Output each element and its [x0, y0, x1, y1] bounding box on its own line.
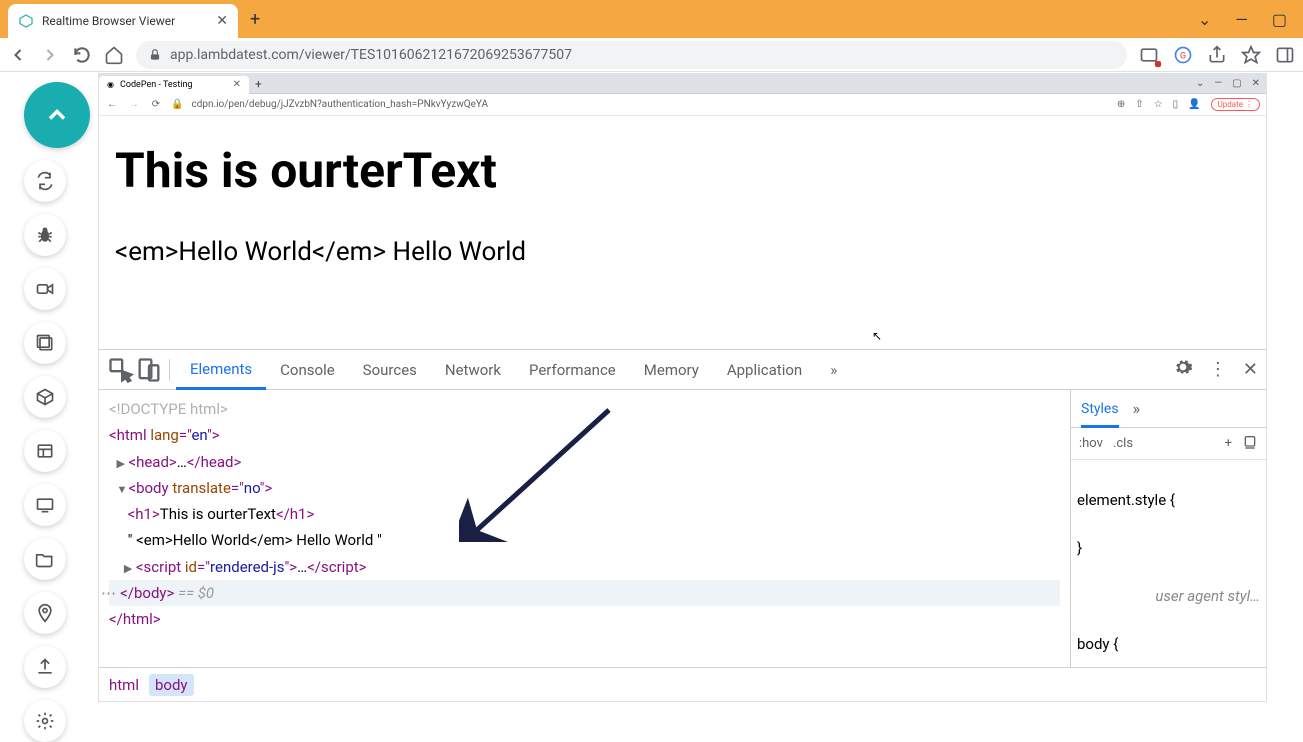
- styles-tab[interactable]: Styles: [1081, 401, 1119, 428]
- tab-network[interactable]: Network: [431, 350, 515, 390]
- close-icon[interactable]: ✕: [1243, 359, 1258, 380]
- record-button[interactable]: [24, 268, 66, 310]
- outer-tab-title: Realtime Browser Viewer: [42, 14, 208, 28]
- tab-sources[interactable]: Sources: [349, 350, 431, 390]
- switch-button[interactable]: [24, 160, 66, 202]
- lock-icon: 🔒: [171, 99, 183, 110]
- tab-elements[interactable]: Elements: [176, 350, 266, 390]
- reload-button[interactable]: [72, 45, 92, 65]
- settings-button[interactable]: [24, 700, 66, 742]
- new-style-rule-icon[interactable]: +: [1225, 436, 1232, 451]
- home-button[interactable]: [104, 45, 124, 65]
- inner-address-bar: ← → ⟳ 🔒 cdpn.io/pen/debug/jJZvzbN?authen…: [99, 94, 1266, 116]
- outer-browser-tab[interactable]: Realtime Browser Viewer ✕: [8, 4, 238, 38]
- inner-forward-button[interactable]: →: [127, 99, 141, 110]
- breadcrumb-html[interactable]: html: [109, 676, 139, 694]
- more-styles-tabs-icon[interactable]: »: [1133, 399, 1141, 418]
- svg-text:G: G: [1180, 51, 1186, 61]
- close-icon[interactable]: ✕: [1252, 78, 1260, 89]
- tab-performance[interactable]: Performance: [515, 350, 630, 390]
- devtools-breadcrumb: html body: [99, 667, 1266, 701]
- tab-memory[interactable]: Memory: [630, 350, 713, 390]
- side-panel-icon[interactable]: [1275, 45, 1295, 65]
- inner-tab[interactable]: ◉ CodePen - Testing ✕: [99, 76, 249, 94]
- collapse-up-button[interactable]: [24, 82, 90, 148]
- tab-application[interactable]: Application: [713, 350, 816, 390]
- minimize-icon[interactable]: —: [1214, 78, 1222, 89]
- gallery-button[interactable]: [24, 322, 66, 364]
- inner-tab-title: CodePen - Testing: [120, 80, 193, 90]
- inner-new-tab-button[interactable]: +: [255, 77, 262, 91]
- cls-toggle[interactable]: .cls: [1113, 436, 1133, 451]
- profile-icon[interactable]: 👤: [1188, 99, 1200, 110]
- close-icon[interactable]: ✕: [233, 79, 241, 90]
- page-heading: This is ourterText: [115, 142, 1250, 199]
- styles-filter-bar: :hov .cls +: [1071, 428, 1266, 460]
- project-button[interactable]: [24, 430, 66, 472]
- lambdatest-favicon-icon: [18, 13, 34, 29]
- devtools-styles-panel: Styles » :hov .cls + element.style { } u…: [1070, 390, 1266, 667]
- share-icon[interactable]: ⇧: [1135, 99, 1143, 110]
- location-button[interactable]: [24, 592, 66, 634]
- device-toggle-icon[interactable]: [135, 356, 163, 384]
- maximize-icon[interactable]: ▢: [1272, 10, 1287, 29]
- side-panel-icon[interactable]: ▯: [1173, 99, 1179, 110]
- page-content: This is ourterText <em>Hello World</em> …: [99, 116, 1266, 293]
- gear-icon[interactable]: [1173, 357, 1193, 382]
- devtools-dom-tree[interactable]: <!DOCTYPE html> <html lang="en"> ▶<head>…: [99, 390, 1070, 667]
- kebab-icon[interactable]: ⋮: [1209, 359, 1227, 380]
- devtools-tabbar: Elements Console Sources Network Perform…: [99, 350, 1266, 390]
- maximize-icon[interactable]: ▢: [1232, 78, 1241, 89]
- breadcrumb-body[interactable]: body: [149, 674, 194, 696]
- new-tab-button[interactable]: +: [250, 9, 260, 30]
- tab-more[interactable]: »: [816, 350, 851, 390]
- outer-url-input[interactable]: app.lambdatest.com/viewer/TES10160621216…: [136, 41, 1127, 69]
- inner-window-controls: ⌄ — ▢ ✕: [1196, 78, 1266, 89]
- chevron-down-icon[interactable]: ⌄: [1198, 10, 1211, 29]
- bug-button[interactable]: [24, 214, 66, 256]
- hov-toggle[interactable]: :hov: [1079, 436, 1103, 451]
- lock-icon: [148, 48, 162, 62]
- codepen-favicon-icon: ◉: [107, 80, 114, 89]
- computed-pin-icon[interactable]: [1242, 434, 1258, 454]
- cube-button[interactable]: [24, 376, 66, 418]
- inner-reload-button[interactable]: ⟳: [149, 99, 163, 110]
- translate-icon[interactable]: [1139, 45, 1159, 65]
- upload-button[interactable]: [24, 646, 66, 688]
- chevron-down-icon[interactable]: ⌄: [1196, 78, 1204, 89]
- inner-browser-window: ◉ CodePen - Testing ✕ + ⌄ — ▢ ✕ ← → ⟳ 🔒 …: [98, 73, 1267, 702]
- inner-url-text[interactable]: cdpn.io/pen/debug/jJZvzbN?authentication…: [191, 99, 1108, 110]
- outer-address-bar: app.lambdatest.com/viewer/TES10160621216…: [0, 38, 1303, 72]
- zoom-icon[interactable]: ⊕: [1117, 99, 1125, 110]
- inner-back-button[interactable]: ←: [105, 99, 119, 110]
- page-text-line: <em>Hello World</em> Hello World: [115, 237, 1250, 267]
- minimize-icon[interactable]: —: [1235, 10, 1248, 29]
- cursor-icon: ↖: [872, 329, 882, 343]
- resolution-button[interactable]: [24, 484, 66, 526]
- close-icon[interactable]: ✕: [216, 13, 228, 29]
- window-controls: ⌄ — ▢: [1198, 10, 1295, 29]
- star-icon[interactable]: [1241, 45, 1261, 65]
- outer-url-text: app.lambdatest.com/viewer/TES10160621216…: [170, 47, 572, 63]
- inspect-element-icon[interactable]: [107, 356, 135, 384]
- styles-rules[interactable]: element.style { } user agent styl… body …: [1071, 460, 1266, 667]
- devtools-panel: Elements Console Sources Network Perform…: [99, 349, 1266, 701]
- update-button[interactable]: Update ⋮: [1211, 98, 1260, 111]
- back-button[interactable]: [8, 45, 28, 65]
- share-icon[interactable]: [1207, 45, 1227, 65]
- forward-button[interactable]: [40, 45, 60, 65]
- tab-console[interactable]: Console: [266, 350, 349, 390]
- inner-tabbar: ◉ CodePen - Testing ✕ + ⌄ — ▢ ✕: [99, 74, 1266, 94]
- star-icon[interactable]: ☆: [1154, 99, 1163, 110]
- google-icon[interactable]: G: [1173, 45, 1193, 65]
- outer-browser-tabbar: Realtime Browser Viewer ✕ + ⌄ — ▢: [0, 0, 1303, 38]
- lambdatest-side-toolbar: [24, 82, 90, 742]
- files-button[interactable]: [24, 538, 66, 580]
